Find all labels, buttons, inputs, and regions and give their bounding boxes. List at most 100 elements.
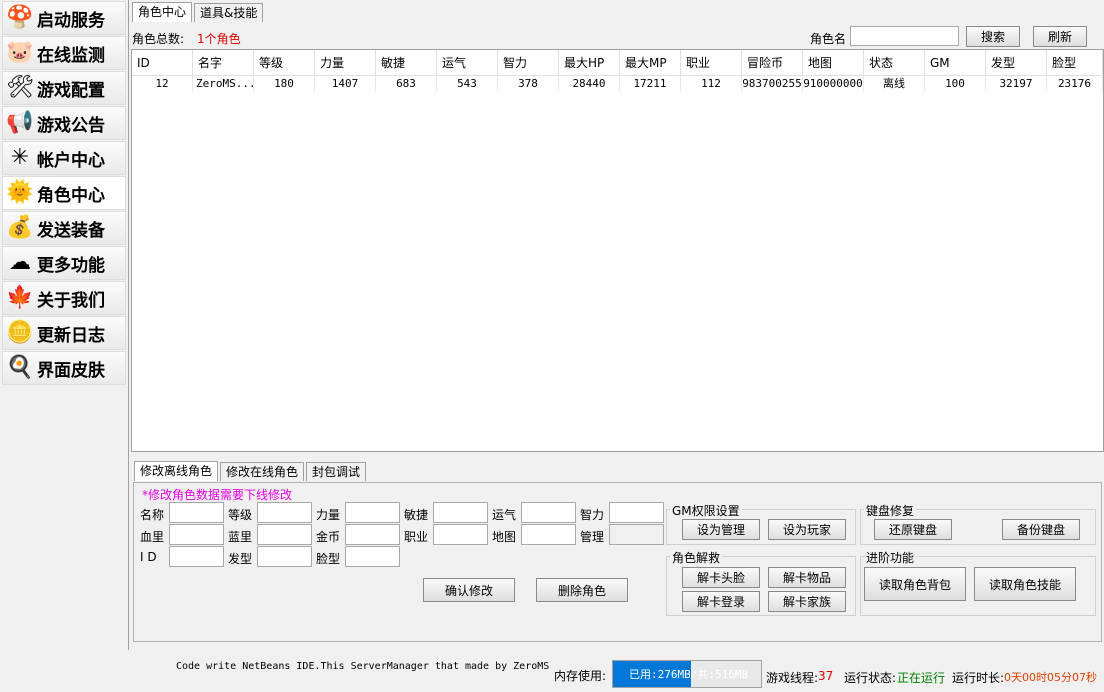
label-name: 名称	[140, 508, 165, 522]
bottom-tabbar: 修改离线角色 修改在线角色 封包调试	[134, 461, 368, 481]
hp-field[interactable]	[169, 524, 224, 545]
label-hair: 发型	[228, 552, 253, 566]
credit-text: Code write NetBeans IDE.This ServerManag…	[176, 661, 550, 672]
cell-face: 23176	[1047, 76, 1103, 92]
column-header[interactable]: 智力	[498, 50, 559, 76]
mp-field[interactable]	[257, 524, 312, 545]
sidebar-item-label: 更多功能	[37, 255, 105, 276]
read-bag-button[interactable]: 读取角色背包	[864, 567, 966, 601]
unlock-face-button[interactable]: 解卡头脸	[682, 567, 760, 588]
sidebar-item-start-service[interactable]: 🍄 启动服务	[2, 1, 126, 35]
label-str: 力量	[316, 508, 341, 522]
table-header: ID 名字 等级 力量 敏捷 运气 智力 最大HP 最大MP 职业 冒险币 地图…	[132, 50, 1103, 76]
column-header[interactable]: 冒险币	[742, 50, 803, 76]
cloud-icon: ☁	[9, 250, 31, 275]
label-map: 地图	[492, 530, 517, 544]
int-field[interactable]	[609, 502, 664, 523]
face-field[interactable]	[345, 546, 400, 567]
memory-label: 内存使用:	[554, 669, 607, 683]
unlock-item-button[interactable]: 解卡物品	[768, 567, 846, 588]
luk-field[interactable]	[521, 502, 576, 523]
tab-edit-online[interactable]: 修改在线角色	[220, 462, 305, 481]
name-field[interactable]	[169, 502, 224, 523]
leaf-icon: 🍁	[6, 285, 34, 310]
threads-label: 游戏线程:	[766, 671, 819, 685]
column-header[interactable]: GM	[925, 50, 986, 76]
character-name-input[interactable]	[850, 26, 959, 46]
sidebar-item-online-monitor[interactable]: 🐷 在线监测	[2, 36, 126, 70]
cell-max-hp: 28440	[559, 76, 620, 92]
mushroom-icon: 🍄	[6, 5, 34, 30]
restore-keymap-button[interactable]: 还原键盘	[874, 519, 952, 540]
cell-status: 离线	[864, 76, 925, 92]
tab-edit-offline[interactable]: 修改离线角色	[134, 461, 219, 481]
column-header[interactable]: ID	[132, 50, 193, 76]
sidebar-item-skin[interactable]: 🍳 界面皮肤	[2, 351, 126, 385]
column-header[interactable]: 等级	[254, 50, 315, 76]
column-header[interactable]: 力量	[315, 50, 376, 76]
tab-items-skills[interactable]: 道具&技能	[194, 3, 264, 22]
sidebar-item-more-features[interactable]: ☁ 更多功能	[2, 246, 126, 280]
uptime-value: 0天00时05分07秒	[1004, 671, 1097, 684]
column-header[interactable]: 脸型	[1047, 50, 1103, 76]
hair-field[interactable]	[257, 546, 312, 567]
unlock-family-button[interactable]: 解卡家族	[768, 591, 846, 612]
delete-character-button[interactable]: 删除角色	[536, 578, 628, 602]
set-admin-button[interactable]: 设为管理	[682, 519, 760, 540]
column-header[interactable]: 地图	[803, 50, 864, 76]
column-header[interactable]: 敏捷	[376, 50, 437, 76]
cell-map: 910000000	[803, 76, 864, 92]
sidebar-item-changelog[interactable]: 🪙 更新日志	[2, 316, 126, 350]
label-mp: 蓝里	[228, 530, 253, 544]
sidebar-item-send-equipment[interactable]: 💰 发送装备	[2, 211, 126, 245]
job-field[interactable]	[433, 524, 488, 545]
pinwheel-icon: ✳	[10, 145, 30, 170]
confirm-edit-button[interactable]: 确认修改	[423, 578, 515, 602]
id-field[interactable]	[169, 546, 224, 567]
column-header[interactable]: 职业	[681, 50, 742, 76]
sidebar-item-character-center[interactable]: 🌞 角色中心	[2, 176, 126, 210]
column-header[interactable]: 最大HP	[559, 50, 620, 76]
column-header[interactable]: 运气	[437, 50, 498, 76]
tab-packet-debug[interactable]: 封包调试	[306, 462, 367, 481]
sidebar-item-game-notice[interactable]: 📢 游戏公告	[2, 106, 126, 140]
cell-meso: 983700255	[742, 76, 803, 92]
column-header[interactable]: 名字	[193, 50, 254, 76]
sidebar-item-label: 游戏配置	[37, 80, 105, 101]
megaphone-icon: 📢	[6, 110, 34, 135]
name-label: 角色名	[810, 32, 847, 46]
unlock-login-button[interactable]: 解卡登录	[682, 591, 760, 612]
cell-id: 12	[132, 76, 193, 92]
sidebar-item-game-config[interactable]: 🛠 游戏配置	[2, 71, 126, 105]
label-dex: 敏捷	[404, 508, 429, 522]
map-field[interactable]	[521, 524, 576, 545]
read-skill-button[interactable]: 读取角色技能	[974, 567, 1076, 601]
refresh-button[interactable]: 刷新	[1033, 26, 1087, 47]
tab-character-center[interactable]: 角色中心	[132, 2, 193, 22]
search-button[interactable]: 搜索	[966, 26, 1020, 47]
backup-keymap-button[interactable]: 备份键盘	[1002, 519, 1080, 540]
column-header[interactable]: 发型	[986, 50, 1047, 76]
dex-field[interactable]	[433, 502, 488, 523]
str-field[interactable]	[345, 502, 400, 523]
table-row[interactable]: 12 ZeroMS... 180 1407 683 543 378 28440 …	[132, 76, 1103, 92]
total-value: 1个角色	[197, 32, 241, 46]
sidebar-item-account-center[interactable]: ✳ 帐户中心	[2, 141, 126, 175]
sidebar-item-label: 帐户中心	[37, 150, 105, 171]
pig-icon: 🐷	[6, 40, 34, 65]
set-player-button[interactable]: 设为玩家	[768, 519, 846, 540]
column-header[interactable]: 状态	[864, 50, 925, 76]
cell-int: 378	[498, 76, 559, 92]
sidebar-item-about-us[interactable]: 🍁 关于我们	[2, 281, 126, 315]
column-header[interactable]: 最大MP	[620, 50, 681, 76]
sidebar-item-label: 角色中心	[37, 185, 105, 206]
label-gm: 管理	[580, 530, 605, 544]
cell-level: 180	[254, 76, 315, 92]
meso-field[interactable]	[345, 524, 400, 545]
uptime-label: 运行时长:	[952, 671, 1005, 685]
sidebar-item-label: 游戏公告	[37, 115, 105, 136]
sun-icon: 🌞	[6, 180, 34, 205]
level-field[interactable]	[257, 502, 312, 523]
edit-panel: *修改角色数据需要下线修改 名称 等级 力量 敏捷 运气 智力 血里 蓝里 金币…	[133, 482, 1102, 642]
keymap-group-title: 键盘修复	[864, 502, 917, 519]
